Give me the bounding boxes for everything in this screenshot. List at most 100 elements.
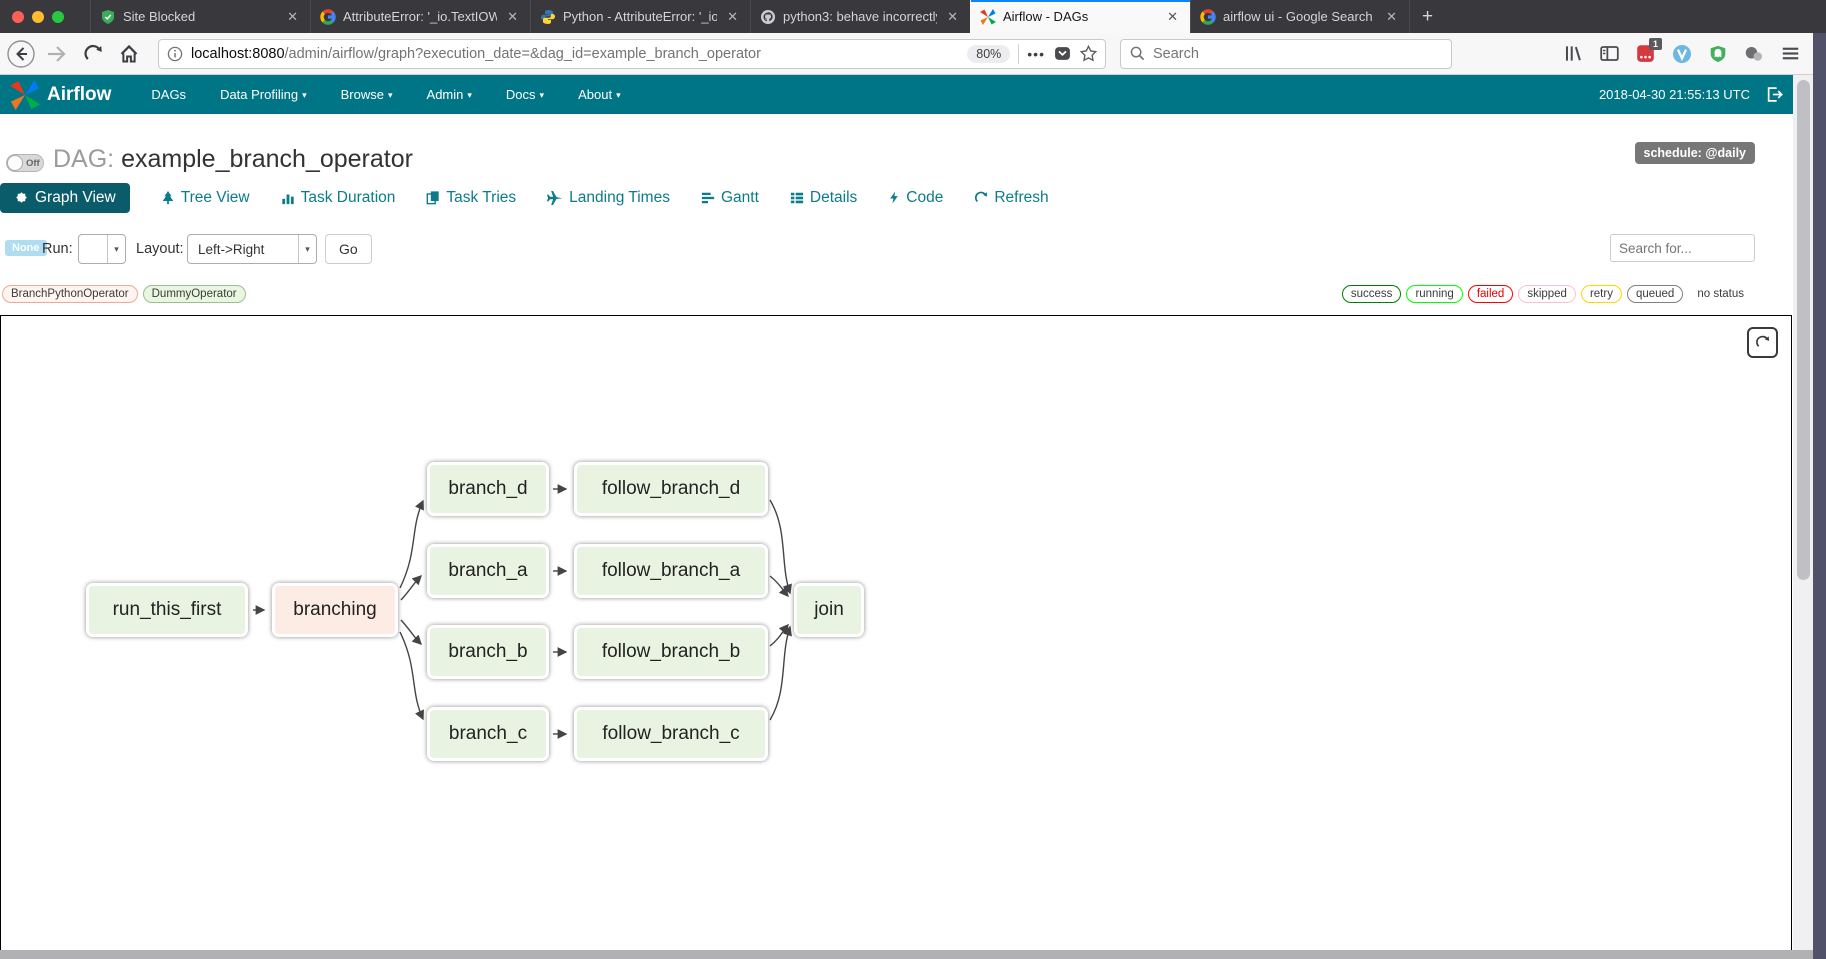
dag-pause-toggle[interactable]: Off: [6, 154, 44, 172]
tab-details[interactable]: Details: [790, 189, 857, 207]
layout-select[interactable]: Left->Right ▾: [187, 234, 317, 264]
tab-refresh[interactable]: Refresh: [974, 189, 1048, 207]
tab-task-duration[interactable]: Task Duration: [281, 189, 396, 207]
nav-item-docs[interactable]: Docs▾: [506, 87, 544, 102]
graph-view-icon: [14, 190, 29, 205]
url-bar[interactable]: localhost:8080/admin/airflow/graph?execu…: [158, 39, 1106, 69]
close-tab-icon[interactable]: ✕: [944, 7, 961, 27]
close-window-button[interactable]: [12, 11, 24, 23]
tab-title: airflow ui - Google Search: [1223, 9, 1376, 24]
spheres-extension-icon[interactable]: [1744, 44, 1764, 64]
task-node-join[interactable]: join: [794, 583, 864, 637]
reload-button[interactable]: [78, 39, 108, 69]
nav-item-browse[interactable]: Browse▾: [341, 87, 393, 102]
task-node-branch_c[interactable]: branch_c: [427, 707, 549, 761]
graph-refresh-button[interactable]: [1747, 327, 1778, 358]
task-node-branch_d[interactable]: branch_d: [427, 462, 549, 516]
go-button[interactable]: Go: [325, 234, 372, 264]
tab-site-blocked[interactable]: Site Blocked ✕: [90, 0, 310, 33]
airflow-icon: [980, 9, 996, 25]
tab-github-behave[interactable]: python3: behave incorrectly mo ✕: [750, 0, 970, 33]
plane-icon: [547, 190, 563, 206]
scrollbar-thumb[interactable]: [1797, 80, 1810, 580]
nav-item-data-profiling[interactable]: Data Profiling▾: [220, 87, 307, 102]
nav-item-about[interactable]: About▾: [578, 87, 621, 102]
browser-search-box[interactable]: [1120, 39, 1452, 69]
github-icon: [760, 9, 776, 25]
tab-gantt[interactable]: Gantt: [701, 189, 759, 207]
task-node-run_this_first[interactable]: run_this_first: [86, 583, 248, 637]
tree-icon: [161, 190, 175, 205]
chevron-down-icon: ▾: [616, 90, 621, 101]
toggle-label: Off: [26, 158, 40, 169]
task-node-follow_branch_a[interactable]: follow_branch_a: [574, 544, 768, 598]
tab-airflow-ui-search[interactable]: airflow ui - Google Search ✕: [1190, 0, 1410, 33]
nav-item-dags[interactable]: DAGs: [151, 87, 186, 102]
forward-button[interactable]: [42, 39, 72, 69]
dag-graph-panel: run_this_first branching branch_d follow…: [0, 315, 1792, 959]
run-layout-controls: None Run: ▾ Layout: Left->Right ▾ Go: [0, 233, 1791, 265]
minimize-window-button[interactable]: [32, 11, 44, 23]
task-node-branching[interactable]: branching: [272, 583, 398, 637]
tab-title: Airflow - DAGs: [1003, 9, 1157, 24]
back-button[interactable]: [6, 39, 36, 69]
tab-title: Site Blocked: [123, 9, 277, 24]
airflow-brand[interactable]: Airflow: [10, 80, 111, 110]
library-icon[interactable]: [1564, 44, 1583, 63]
tab-graph-view[interactable]: Graph View: [0, 183, 130, 213]
brand-label: Airflow: [47, 84, 111, 106]
close-tab-icon[interactable]: ✕: [504, 7, 521, 27]
tab-tree-view[interactable]: Tree View: [161, 189, 250, 207]
site-info-icon[interactable]: [167, 46, 183, 62]
tab-airflow-dags-active[interactable]: Airflow - DAGs ✕: [970, 0, 1190, 33]
bookmark-star-icon[interactable]: [1080, 45, 1097, 62]
url-text[interactable]: localhost:8080/admin/airflow/graph?execu…: [191, 46, 967, 62]
legend-status-skipped: skipped: [1518, 285, 1576, 303]
save-to-pocket-icon[interactable]: [1054, 45, 1071, 62]
tab-code[interactable]: Code: [888, 189, 943, 207]
search-icon: [1130, 46, 1145, 61]
airflow-logo-icon: [10, 80, 40, 110]
page-zoom-indicator[interactable]: 80%: [967, 45, 1010, 63]
task-node-follow_branch_c[interactable]: follow_branch_c: [574, 707, 768, 761]
nav-item-admin[interactable]: Admin▾: [427, 87, 472, 102]
adblock-extension-icon[interactable]: 1: [1636, 44, 1655, 63]
home-button[interactable]: [114, 39, 144, 69]
page-actions-icon[interactable]: •••: [1027, 46, 1045, 62]
layout-label: Layout:: [136, 241, 184, 257]
dag-name: example_branch_operator: [121, 145, 413, 173]
toggle-knob: [7, 155, 23, 171]
dag-header: Off DAG: example_branch_operator schedul…: [0, 140, 1791, 180]
sidebar-toggle-icon[interactable]: [1600, 44, 1619, 63]
task-node-branch_a[interactable]: branch_a: [427, 544, 549, 598]
list-icon: [790, 191, 804, 205]
zoom-window-button[interactable]: [52, 11, 64, 23]
task-search-input[interactable]: [1610, 234, 1755, 262]
tab-task-tries[interactable]: Task Tries: [426, 189, 516, 207]
tab-attributeerror-search[interactable]: AttributeError: '_io.TextIOWrapp ✕: [310, 0, 530, 33]
legend-status-failed: failed: [1468, 285, 1514, 303]
search-input[interactable]: [1153, 46, 1413, 62]
task-node-follow_branch_b[interactable]: follow_branch_b: [574, 625, 768, 679]
tab-landing-times[interactable]: Landing Times: [547, 189, 670, 207]
new-tab-button[interactable]: +: [1410, 0, 1445, 33]
close-tab-icon[interactable]: ✕: [1164, 7, 1181, 27]
logout-icon[interactable]: [1766, 86, 1783, 103]
close-tab-icon[interactable]: ✕: [724, 7, 741, 27]
chevron-down-icon: ▾: [302, 90, 307, 101]
bar-chart-icon: [281, 191, 295, 205]
hamburger-menu-icon[interactable]: [1781, 44, 1800, 63]
close-tab-icon[interactable]: ✕: [284, 7, 301, 27]
shield-extension-icon[interactable]: [1709, 45, 1727, 63]
chevron-down-icon: ▾: [107, 235, 125, 263]
task-node-branch_b[interactable]: branch_b: [427, 625, 549, 679]
chevron-down-icon: ▾: [540, 90, 545, 101]
airflow-navbar: Airflow DAGs Data Profiling▾ Browse▾ Adm…: [0, 75, 1813, 114]
task-node-follow_branch_d[interactable]: follow_branch_d: [574, 462, 768, 516]
run-select[interactable]: ▾: [78, 234, 126, 264]
blue-extension-icon[interactable]: [1672, 44, 1692, 64]
legend-operator: BranchPythonOperator: [2, 285, 138, 303]
close-tab-icon[interactable]: ✕: [1383, 7, 1400, 27]
run-label: Run:: [42, 241, 73, 257]
tab-python-attributeerror[interactable]: Python - AttributeError: '_io.Te ✕: [530, 0, 750, 33]
